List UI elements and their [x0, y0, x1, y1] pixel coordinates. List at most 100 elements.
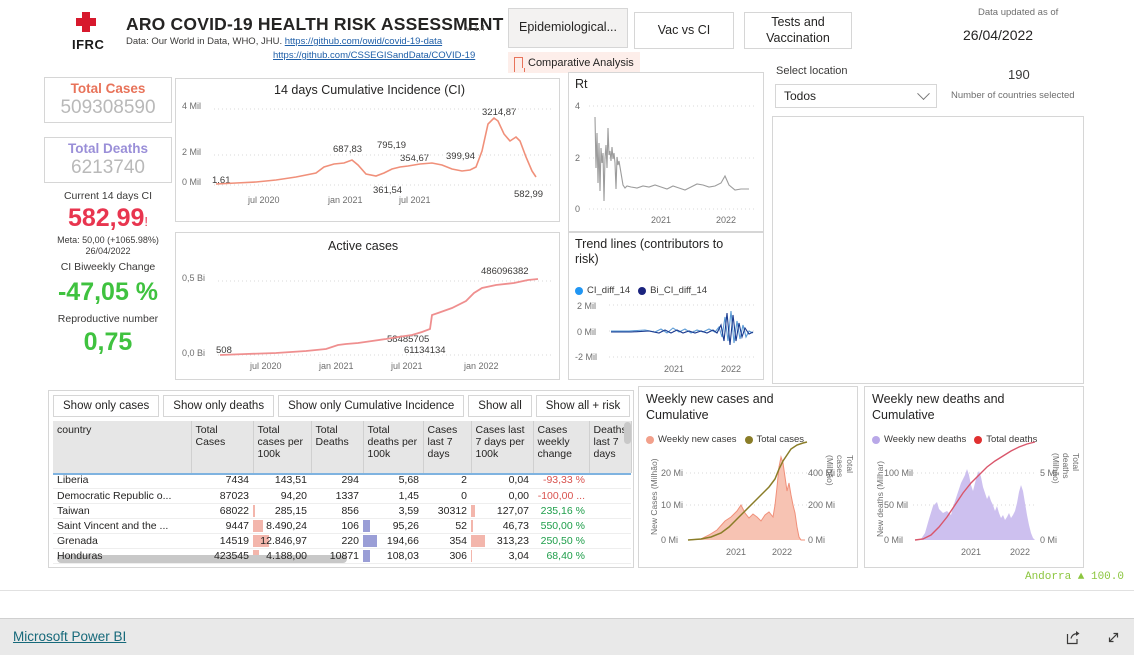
table-row[interactable]: Saint Vincent and the ... 9447 8.490,24 106… — [53, 518, 631, 534]
btn-show-only-cases[interactable]: Show only cases — [53, 395, 160, 417]
cell-total-deaths: 856 — [311, 503, 363, 519]
ci-change-label: CI Biweekly Change — [60, 260, 156, 273]
share-icon[interactable] — [1066, 630, 1081, 645]
cell-cases-last-7-days: 0 — [423, 488, 471, 504]
ifrc-logo-text: IFRC — [72, 37, 105, 52]
col-total-deaths-per-100k[interactable]: Total deaths per 100k — [363, 421, 424, 473]
table-row[interactable]: Taiwan 68022 285,15 856 3,59 30312 127,07 235,1… — [53, 503, 631, 519]
source-link-csse[interactable]: https://github.com/CSSEGISandData/COVID-… — [273, 50, 475, 61]
chart-trend-lines[interactable]: Trend lines (contributors to risk) CI_di… — [568, 232, 764, 380]
total-deaths-value: 6213740 — [71, 157, 145, 178]
ci-meta-line2: 26/04/2022 — [85, 246, 131, 257]
col-total-cases[interactable]: Total Cases — [191, 421, 254, 473]
cell-total-deaths-per-100k: 5,68 — [363, 473, 423, 489]
cell-country: Liberia — [53, 473, 191, 489]
btn-show-only-cumulative-incidence[interactable]: Show only Cumulative Incidence — [278, 395, 465, 417]
countries-count: 190 — [1008, 67, 1030, 82]
cell-total-deaths-per-100k-bar — [363, 549, 371, 562]
col-cases-last-7-days[interactable]: Cases last 7 days — [423, 421, 472, 473]
status-bar: – + 83% — [0, 590, 1134, 618]
chart-cumulative-incidence[interactable]: 14 days Cumulative Incidence (CI) 0 Mil … — [175, 78, 560, 222]
tab-vac-vs-ci[interactable]: Vac vs CI — [634, 12, 734, 49]
cell-deaths-last-7-days — [589, 548, 631, 564]
cell-total-deaths-value: 10871 — [329, 549, 359, 562]
cell-total-deaths-per-100k: 194,66 — [363, 533, 423, 549]
tab-tests-and-vaccination[interactable]: Tests and Vaccination — [744, 12, 852, 49]
cell-cases-last-7-days-value: 306 — [449, 549, 467, 562]
cell-total-cases-value: 423545 — [213, 549, 249, 562]
col-total-cases-per-100k[interactable]: Total cases per 100k — [253, 421, 312, 473]
cell-cases-weekly-change-value: -100,00 ... — [537, 489, 585, 502]
table-vertical-scrollbar[interactable] — [624, 422, 631, 444]
cell-total-deaths-value: 294 — [341, 474, 359, 487]
cell-deaths-last-7-days — [589, 518, 631, 534]
cell-total-deaths-value: 220 — [341, 534, 359, 547]
tab-epidemiological[interactable]: Epidemiological... — [508, 8, 628, 48]
source-link-owid[interactable]: https://github.com/owid/covid-19-data — [285, 36, 442, 47]
col-country[interactable]: country — [53, 421, 192, 473]
current-ci-alert: ! — [144, 214, 149, 229]
col-cases-last-7-days-per-100k[interactable]: Cases last 7 days per 100k — [471, 421, 534, 473]
table-row[interactable]: Liberia 7434 143,51 294 5,68 2 0,04 -93,33 % — [53, 473, 631, 489]
table-body: Liberia 7434 143,51 294 5,68 2 0,04 -93,33 % Dem… — [53, 473, 631, 564]
total-deaths-label: Total Deaths — [67, 141, 148, 156]
chart-weekly-new-deaths[interactable]: Weekly new deaths and Cumulative Weekly … — [864, 386, 1084, 568]
cell-cases-last-7-days-per-100k-value: 127,07 — [496, 504, 529, 517]
updated-label: Data updated as of — [978, 7, 1059, 18]
map-visual-placeholder[interactable] — [772, 116, 1084, 384]
cell-cases-last-7-days-per-100k-bar — [471, 549, 472, 562]
cell-total-cases-per-100k: 8.490,24 — [253, 518, 311, 534]
cell-deaths-last-7-days — [589, 503, 631, 519]
report-footer: Microsoft Power BI — [0, 618, 1134, 655]
col-total-deaths[interactable]: Total Deaths — [311, 421, 364, 473]
chart-rt[interactable]: Rt 0 2 4 2021 2022 — [568, 72, 764, 232]
cell-total-cases-value: 7434 — [225, 474, 249, 487]
countries-count-label: Number of countries selected — [951, 90, 1075, 101]
table-row[interactable]: Democratic Republic o... 87023 94,20 1337 1,… — [53, 488, 631, 504]
cell-total-deaths-per-100k-value: 1,45 — [398, 489, 419, 502]
cell-cases-last-7-days-per-100k-value: 313,23 — [496, 534, 529, 547]
cell-total-cases-per-100k-value: 12.846,97 — [260, 534, 307, 547]
cell-country-value: Saint Vincent and the ... — [57, 519, 169, 532]
cell-total-cases-per-100k: 143,51 — [253, 473, 311, 489]
cell-cases-weekly-change-value: 250,50 % — [540, 534, 585, 547]
btn-show-all-risk[interactable]: Show all + risk — [535, 395, 631, 417]
chart-weekly-new-cases[interactable]: Weekly new cases and Cumulative Weekly n… — [638, 386, 858, 568]
cell-cases-last-7-days-per-100k: 0,04 — [471, 473, 533, 489]
cell-total-cases-per-100k-value: 94,20 — [280, 489, 307, 502]
fullscreen-icon[interactable] — [1106, 630, 1121, 645]
country-table-visual[interactable]: Show only cases Show only deaths Show on… — [48, 390, 634, 568]
cell-cases-last-7-days-per-100k-value: 3,04 — [508, 549, 529, 562]
location-select[interactable]: Todos — [775, 84, 937, 108]
reproductive-number-label: Reproductive number — [57, 312, 159, 325]
location-select-value: Todos — [784, 89, 817, 103]
microsoft-power-bi-link[interactable]: Microsoft Power BI — [13, 629, 126, 644]
cell-cases-last-7-days-value: 0 — [461, 489, 467, 502]
cell-cases-weekly-change: 68,40 % — [533, 548, 589, 564]
bookmark-comparative-analysis[interactable]: Comparative Analysis — [508, 52, 640, 73]
cell-cases-weekly-change: 235,16 % — [533, 503, 589, 519]
cell-cases-weekly-change-value: 68,40 % — [546, 549, 585, 562]
cell-cases-weekly-change-value: 235,16 % — [540, 504, 585, 517]
cell-deaths-last-7-days — [589, 533, 631, 549]
table-row[interactable]: Grenada 14519 12.846,97 220 194,66 354 313,23 2… — [53, 533, 631, 549]
cell-country-value: Liberia — [57, 474, 89, 487]
cell-country-value: Democratic Republic o... — [57, 489, 172, 502]
cell-total-deaths-per-100k-value: 3,59 — [398, 504, 419, 517]
weekly-deaths-plot — [913, 441, 1037, 541]
cell-total-cases: 7434 — [191, 473, 253, 489]
btn-show-all[interactable]: Show all — [468, 395, 532, 417]
table-header-row: country Total Cases Total cases per 100k… — [53, 421, 632, 473]
cell-cases-last-7-days-value: 30312 — [437, 504, 467, 517]
cell-total-deaths-per-100k: 95,26 — [363, 518, 423, 534]
col-cases-weekly-change[interactable]: Cases weekly change — [533, 421, 590, 473]
chart-active-cases[interactable]: Active cases 0,0 Bi 0,5 Bi jul 2020 jan … — [175, 232, 560, 380]
cell-total-deaths-per-100k-value: 5,68 — [398, 474, 419, 487]
cell-total-cases-per-100k-value: 4.188,00 — [266, 549, 307, 562]
btn-show-only-deaths[interactable]: Show only deaths — [163, 395, 275, 417]
cell-total-cases-per-100k-value: 8.490,24 — [266, 519, 307, 532]
cell-cases-weekly-change: -100,00 ... — [533, 488, 589, 504]
cell-total-deaths: 294 — [311, 473, 363, 489]
cell-total-deaths-value: 856 — [341, 504, 359, 517]
cell-cases-last-7-days-per-100k-value: 0,04 — [508, 474, 529, 487]
